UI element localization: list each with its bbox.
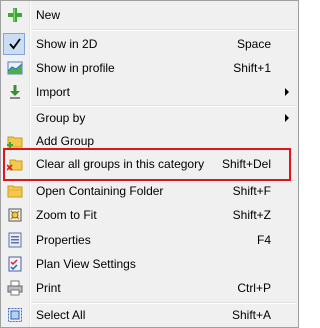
menu-item-shortcut: Shift+1 (233, 61, 271, 75)
menu-item-shortcut: Shift+F (232, 184, 271, 198)
menu-item-shortcut: Space (236, 37, 271, 51)
properties-icon (7, 232, 23, 248)
add-folder-icon (7, 133, 23, 149)
menu-item-label: Zoom to Fit (36, 208, 97, 222)
menu-item-import[interactable]: Import (1, 80, 298, 104)
menu-item-open-containing-folder[interactable]: Open Containing Folder Shift+F (1, 179, 298, 203)
menu-item-label: Open Containing Folder (36, 184, 164, 198)
checkmark-icon (7, 36, 23, 52)
zoom-fit-icon (7, 207, 23, 223)
menu-item-label: Select All (36, 308, 86, 322)
menu-item-select-all[interactable]: Select All Shift+A (1, 303, 298, 327)
menu-item-label: Show in 2D (36, 37, 98, 51)
menu-item-shortcut: F4 (256, 233, 271, 247)
menu-item-label: Add Group (36, 134, 95, 148)
separator (32, 29, 296, 31)
highlight-box (3, 148, 291, 181)
context-menu: New Show in 2D Space Show in profile Shi… (0, 0, 299, 328)
menu-item-group-by[interactable]: Group by (1, 106, 298, 130)
menu-item-shortcut: Shift+Z (232, 208, 271, 222)
menu-item-plan-view-settings[interactable]: Plan View Settings (1, 252, 298, 276)
menu-item-label: Show in profile (36, 61, 115, 75)
menu-item-show-in-2d[interactable]: Show in 2D Space (1, 32, 298, 56)
menu-item-label: Plan View Settings (36, 257, 136, 271)
menu-item-print[interactable]: Print Ctrl+P (1, 276, 298, 300)
menu-item-label: Properties (36, 233, 91, 247)
submenu-arrow-icon (285, 114, 289, 122)
menu-item-show-in-profile[interactable]: Show in profile Shift+1 (1, 56, 298, 80)
menu-item-label: Print (36, 281, 61, 295)
menu-item-label: New (36, 8, 61, 22)
import-icon (7, 84, 23, 100)
menu-item-shortcut: Ctrl+P (237, 281, 271, 295)
select-all-icon (7, 307, 23, 323)
menu-item-label: Import (36, 85, 71, 99)
menu-item-shortcut: Shift+A (231, 308, 271, 322)
profile-chart-icon (7, 60, 23, 76)
plan-view-settings-icon (7, 256, 23, 272)
menu-item-label: Group by (36, 111, 86, 125)
folder-icon (7, 183, 23, 199)
printer-icon (7, 280, 23, 296)
menu-item-new[interactable]: New (1, 3, 298, 27)
submenu-arrow-icon (285, 88, 289, 96)
menu-item-properties[interactable]: Properties F4 (1, 228, 298, 252)
menu-item-zoom-to-fit[interactable]: Zoom to Fit Shift+Z (1, 203, 298, 227)
plus-icon (7, 7, 23, 23)
